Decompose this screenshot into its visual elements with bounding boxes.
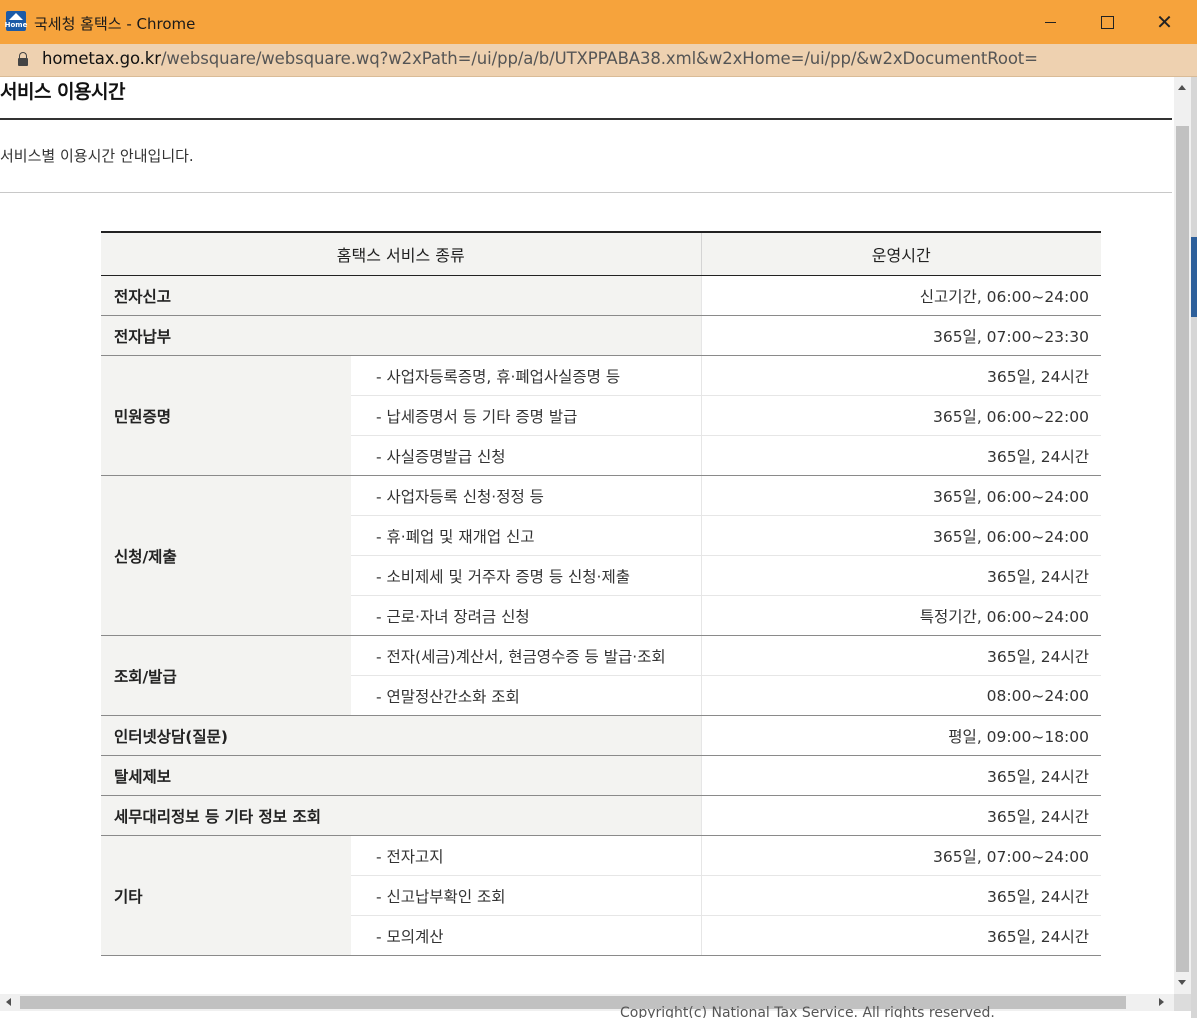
time-cell: 08:00~24:00 [701,675,1101,716]
maximize-icon [1101,15,1114,29]
vertical-scrollbar[interactable] [1174,77,1191,994]
time-cell: 365일, 24시간 [701,915,1101,956]
time-cell: 365일, 24시간 [701,795,1101,836]
table-row: 전자신고 신고기간, 06:00~24:00 [101,275,1101,316]
page-viewport: 서비스 이용시간 서비스별 이용시간 안내입니다. 홈택스 서비스 종류 운영시… [0,77,1174,994]
category-cell: 신청/제출 [101,475,351,636]
time-cell: 365일, 24시간 [701,555,1101,596]
scroll-up-icon[interactable] [1178,85,1186,90]
table-row: 인터넷상담(질문) 평일, 09:00~18:00 [101,715,1101,756]
time-cell: 365일, 24시간 [701,635,1101,676]
sub-item-cell: - 근로·자녀 장려금 신청 [351,595,702,636]
url-path: /websquare/websquare.wq?w2xPath=/ui/pp/a… [160,49,1038,68]
page-description: 서비스별 이용시간 안내입니다. [0,147,194,165]
time-cell: 365일, 24시간 [701,355,1101,396]
sub-item-cell: - 전자고지 [351,835,702,876]
category-cell: 세무대리정보 등 기타 정보 조회 [101,795,702,836]
category-cell: 기타 [101,835,351,956]
time-cell: 365일, 24시간 [701,875,1101,916]
scroll-left-icon[interactable] [6,998,11,1006]
time-cell: 특정기간, 06:00~24:00 [701,595,1101,636]
category-cell: 전자납부 [101,315,702,356]
window-title: 국세청 홈택스 - Chrome [34,15,196,33]
url-text[interactable]: hometax.go.kr/websquare/websquare.wq?w2x… [42,49,1038,68]
time-cell: 365일, 07:00~23:30 [701,315,1101,356]
table-header-row: 홈택스 서비스 종류 운영시간 [101,231,1101,276]
vertical-scroll-thumb[interactable] [1176,126,1189,972]
time-cell: 평일, 09:00~18:00 [701,715,1101,756]
time-cell: 365일, 24시간 [701,755,1101,796]
minimize-icon [1045,21,1056,23]
sub-item-cell: - 모의계산 [351,915,702,956]
close-icon: ✕ [1156,10,1173,34]
scroll-right-icon[interactable] [1159,998,1164,1006]
sub-item-cell: - 납세증명서 등 기타 증명 발급 [351,395,702,436]
footer-copyright: Copyright(c) National Tax Service. All r… [620,1005,995,1018]
sub-item-cell: - 전자(세금)계산서, 현금영수증 등 발급·조회 [351,635,702,676]
background-window-edge [1191,77,1197,1018]
table-row: 기타 - 전자고지 365일, 07:00~24:00 [101,835,1101,956]
sub-item-cell: - 사업자등록 신청·정정 등 [351,475,702,516]
url-host: hometax.go.kr [42,49,161,68]
category-cell: 전자신고 [101,275,702,316]
service-hours-table: 홈택스 서비스 종류 운영시간 전자신고 신고기간, 06:00~24:00 전… [101,231,1101,956]
scrollbar-corner [1174,994,1191,1011]
table-row: 조회/발급 - 전자(세금)계산서, 현금영수증 등 발급·조회 365일, 2… [101,635,1101,716]
title-divider [0,118,1172,120]
table-row: 신청/제출 - 사업자등록 신청·정정 등 365일, 06:00~24:00 [101,475,1101,636]
minimize-button[interactable] [1022,0,1079,44]
sub-item-cell: - 신고납부확인 조회 [351,875,702,916]
sub-item-cell: - 사업자등록증명, 휴·폐업사실증명 등 [351,355,702,396]
horizontal-scrollbar[interactable] [0,994,1174,1011]
time-cell: 신고기간, 06:00~24:00 [701,275,1101,316]
sub-item-cell: - 휴·폐업 및 재개업 신고 [351,515,702,556]
sub-item-cell: - 연말정산간소화 조회 [351,675,702,716]
page-title: 서비스 이용시간 [0,81,125,103]
maximize-button[interactable] [1079,0,1136,44]
close-button[interactable]: ✕ [1136,0,1193,44]
header-service-type: 홈택스 서비스 종류 [101,231,702,276]
time-cell: 365일, 07:00~24:00 [701,835,1101,876]
category-cell: 조회/발급 [101,635,351,716]
category-cell: 인터넷상담(질문) [101,715,702,756]
time-cell: 365일, 06:00~22:00 [701,395,1101,436]
category-cell: 탈세제보 [101,755,702,796]
sub-item-cell: - 소비제세 및 거주자 증명 등 신청·제출 [351,555,702,596]
scroll-down-icon[interactable] [1178,980,1186,985]
header-operating-hours: 운영시간 [701,231,1101,276]
sub-item-cell: - 사실증명발급 신청 [351,435,702,476]
hometax-house-icon: Home [5,11,27,31]
table-row: 민원증명 - 사업자등록증명, 휴·폐업사실증명 등 365일, 24시간 [101,355,1101,476]
time-cell: 365일, 06:00~24:00 [701,475,1101,516]
time-cell: 365일, 06:00~24:00 [701,515,1101,556]
time-cell: 365일, 24시간 [701,435,1101,476]
window-titlebar: Home 국세청 홈택스 - Chrome ✕ [0,0,1197,44]
table-row: 전자납부 365일, 07:00~23:30 [101,315,1101,356]
description-divider [0,192,1172,193]
category-cell: 민원증명 [101,355,351,476]
table-row: 탈세제보 365일, 24시간 [101,755,1101,796]
table-row: 세무대리정보 등 기타 정보 조회 365일, 24시간 [101,795,1101,836]
lock-icon[interactable] [18,52,28,66]
